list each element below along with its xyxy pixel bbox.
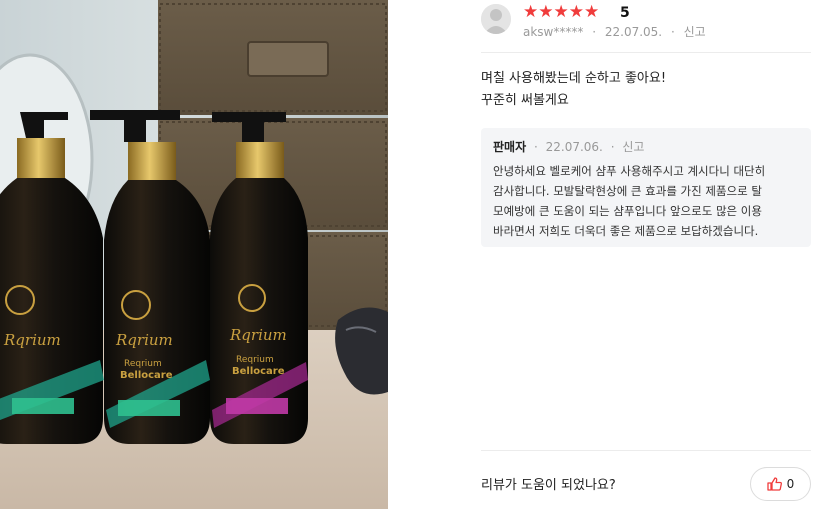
seller-label: 판매자 [493, 140, 527, 154]
review-body: 며칠 사용해봤는데 순하고 좋아요! 꾸준히 써볼게요 [481, 68, 811, 112]
review-date: 22.07.05. [604, 25, 663, 39]
divider [481, 52, 811, 53]
user-avatar-icon[interactable] [481, 4, 511, 34]
reply-date: 22.07.06. [545, 140, 603, 154]
like-count: 0 [786, 477, 795, 491]
review-body-line: 며칠 사용해봤는데 순하고 좋아요! [481, 71, 667, 86]
divider [481, 450, 811, 451]
svg-text:Bellocare: Bellocare [120, 370, 173, 381]
reply-body-line: 감사합니다. 모발탈락현상에 큰 효과를 가진 제품으로 탈 [493, 184, 762, 198]
separator-dot: · [670, 25, 675, 39]
separator-dot: · [592, 25, 597, 39]
reply-header: 판매자 · 22.07.06. · 신고 [493, 138, 799, 156]
thumbs-up-icon [767, 477, 782, 491]
svg-text:Reqrium: Reqrium [236, 355, 274, 365]
reply-report-link[interactable]: 신고 [622, 140, 644, 154]
separator-dot: · [533, 140, 538, 154]
svg-text:Bellocare: Bellocare [232, 366, 285, 377]
svg-text:Rqrium: Rqrium [115, 331, 173, 349]
reply-body-line: 바라면서 저희도 더욱더 좋은 제품으로 보답하겠습니다. [493, 224, 759, 238]
separator-dot: · [610, 140, 615, 154]
reply-body-line: 안녕하세요 벨로케어 샴푸 사용해주시고 계시다니 대단히 [493, 164, 766, 178]
helpful-like-button[interactable]: 0 [750, 467, 811, 501]
rating-stars: ★★★★★ [523, 2, 600, 22]
rating-value: 5 [620, 5, 630, 21]
reply-body-line: 모예방에 큰 도움이 되는 샴푸입니다 앞으로도 많은 이용 [493, 204, 762, 218]
seller-reply: 판매자 · 22.07.06. · 신고 안녕하세요 벨로케어 샴푸 사용해주시… [481, 128, 811, 247]
review-card: ★★★★★ 5 aksw***** · 22.07.05. · 신고 며칠 사용… [463, 0, 819, 509]
review-photo[interactable]: Rqrium Rqrium Reqrium Bellocare Rqrium R… [0, 0, 388, 509]
reply-body: 안녕하세요 벨로케어 샴푸 사용해주시고 계시다니 대단히 감사합니다. 모발탈… [493, 161, 799, 241]
product-photo-image: Rqrium Rqrium Reqrium Bellocare Rqrium R… [0, 0, 388, 509]
review-header: ★★★★★ 5 aksw***** · 22.07.05. · 신고 [481, 2, 811, 52]
svg-text:Rqrium: Rqrium [229, 326, 287, 344]
review-body-line: 꾸준히 써볼게요 [481, 93, 569, 108]
report-link[interactable]: 신고 [684, 25, 706, 39]
svg-text:Rqrium: Rqrium [3, 331, 61, 349]
svg-text:Reqrium: Reqrium [124, 359, 162, 369]
review-author: aksw***** [523, 25, 584, 39]
review-meta: aksw***** · 22.07.05. · 신고 [523, 24, 706, 40]
helpful-question: 리뷰가 도움이 되었나요? [481, 478, 616, 493]
